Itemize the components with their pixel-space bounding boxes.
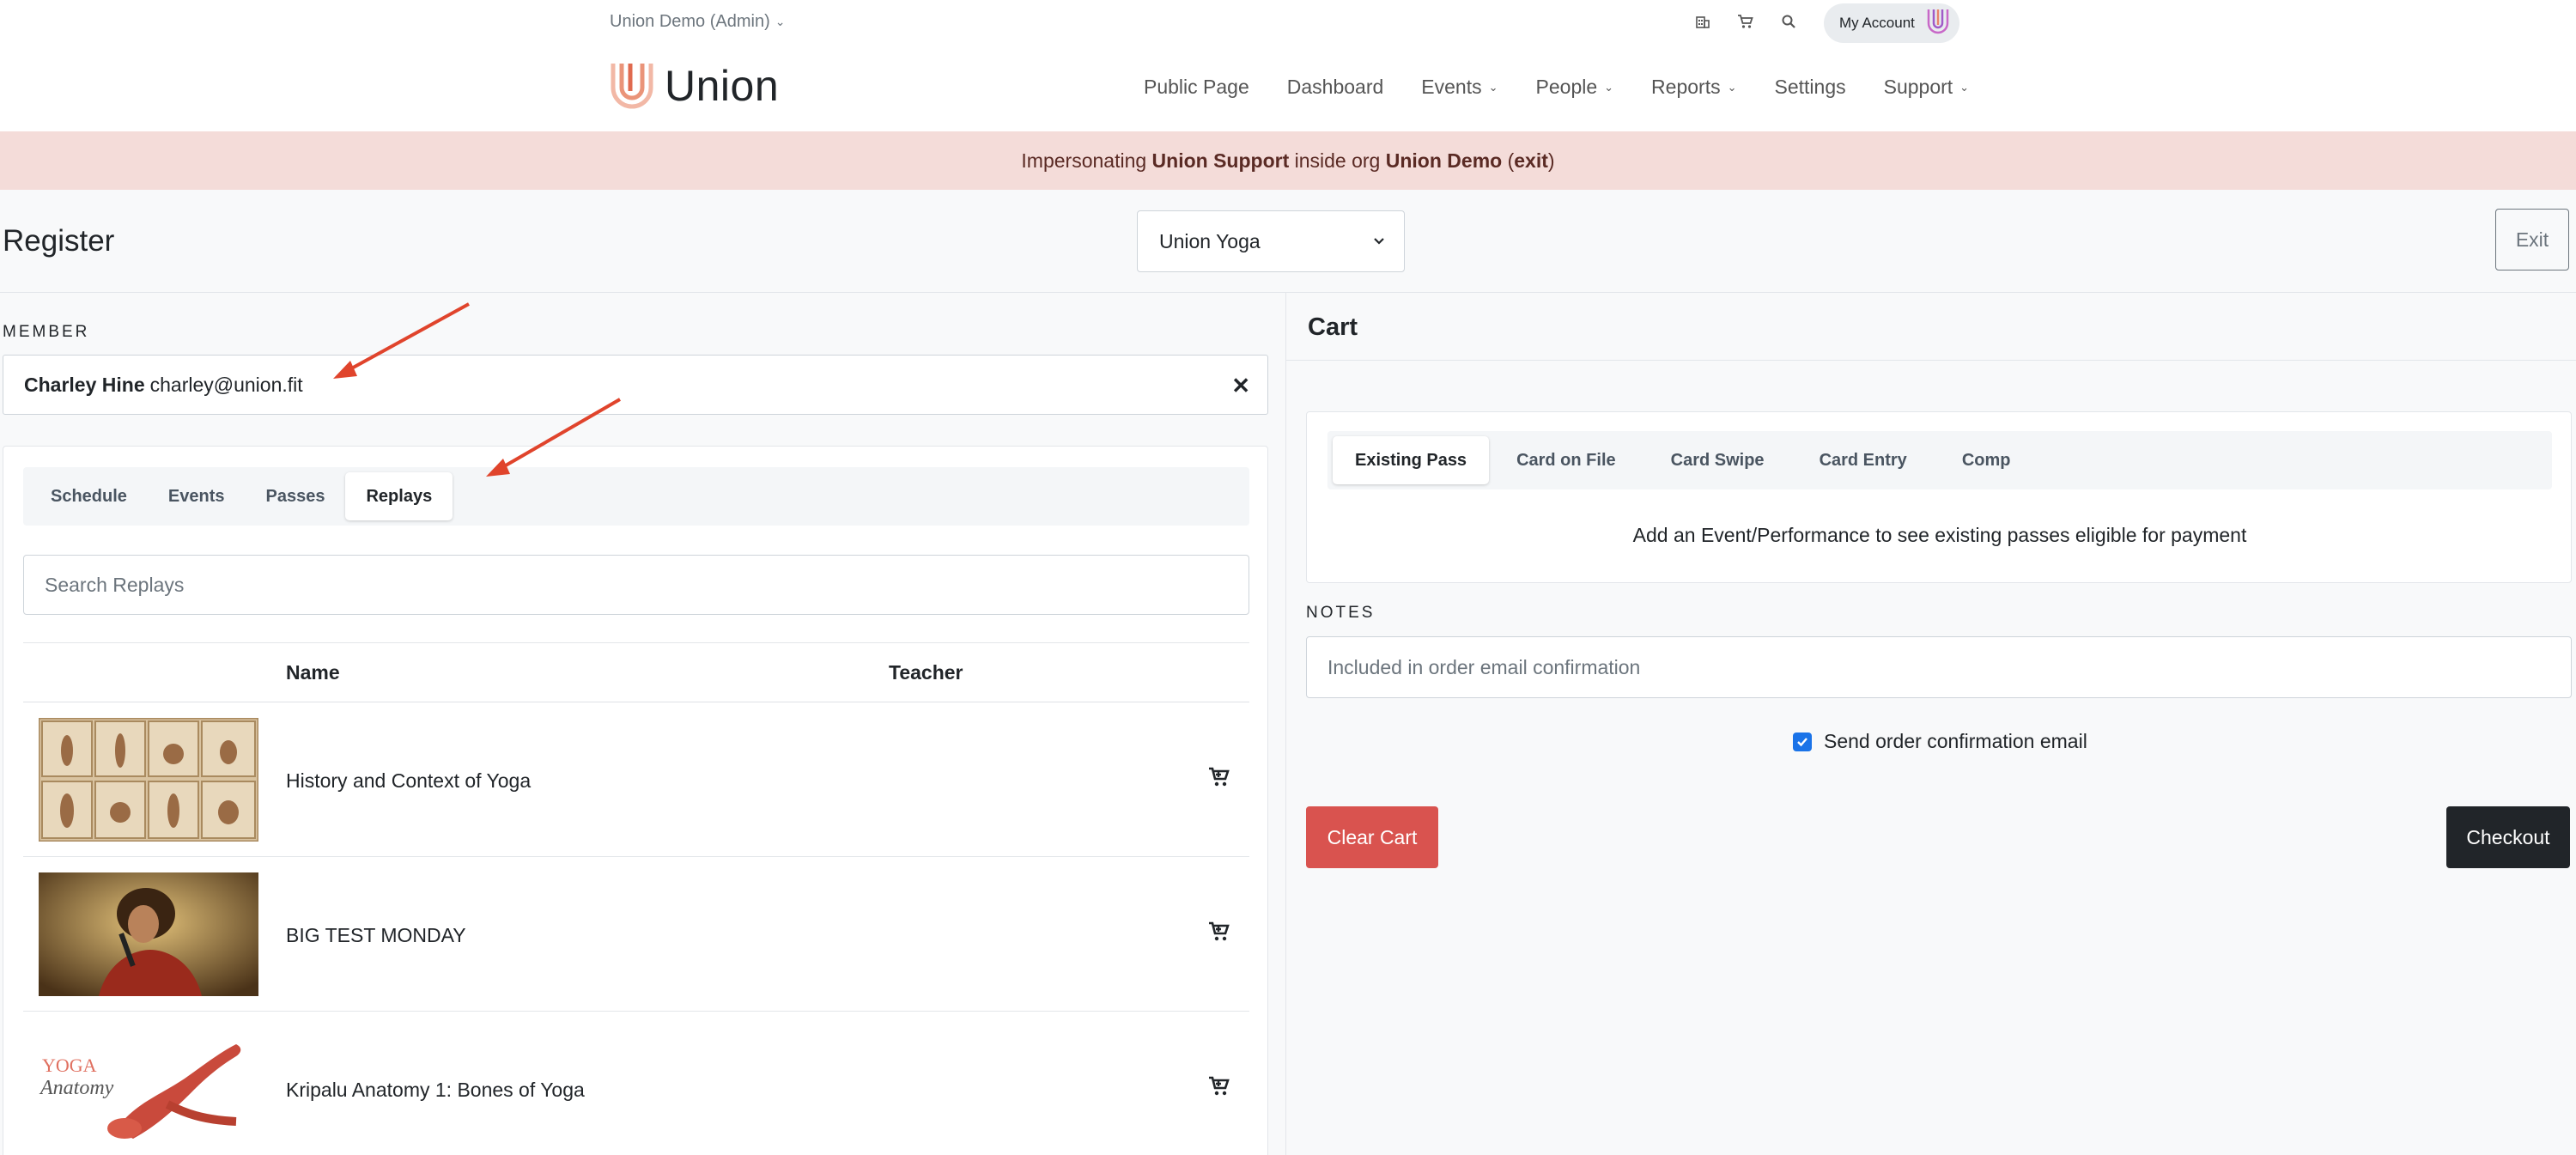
replay-thumbnail bbox=[39, 718, 258, 842]
banner-middle: inside org bbox=[1289, 149, 1386, 172]
nav-label: Settings bbox=[1774, 76, 1846, 98]
left-panel: MEMBER Charley Hine charley@union.fit ✕ … bbox=[0, 293, 1286, 1155]
column-teacher: Teacher bbox=[889, 660, 963, 684]
column-name: Name bbox=[286, 660, 340, 684]
table-row[interactable]: BIG TEST MONDAY bbox=[23, 857, 1249, 1012]
member-name: Charley Hine bbox=[24, 373, 145, 396]
top-icons bbox=[1693, 12, 1798, 31]
nav-label: Support bbox=[1883, 76, 1953, 98]
studio-select[interactable]: Union Yoga bbox=[1137, 210, 1405, 272]
send-confirmation[interactable]: Send order confirmation email bbox=[1793, 730, 2087, 753]
cart-panel: Cart Existing Pass Card on File Card Swi… bbox=[1286, 293, 2576, 1155]
thumb-text-yoga: YOGA bbox=[42, 1055, 97, 1076]
tab-events[interactable]: Events bbox=[148, 472, 246, 520]
tab-comp[interactable]: Comp bbox=[1935, 436, 2038, 484]
replay-thumbnail bbox=[39, 872, 258, 996]
search-icon[interactable] bbox=[1779, 12, 1798, 31]
page-title: Register bbox=[3, 224, 115, 258]
notes-input[interactable] bbox=[1306, 636, 2572, 698]
member-label: MEMBER bbox=[3, 323, 90, 341]
register-header: Register Union Yoga Exit bbox=[0, 190, 2576, 293]
top-header: Union Demo (Admin) ⌄ My Account Union Pu… bbox=[0, 0, 2576, 131]
catalog-tabs: Schedule Events Passes Replays bbox=[23, 467, 1249, 526]
replay-name: BIG TEST MONDAY bbox=[286, 924, 466, 946]
chevron-down-icon bbox=[1374, 238, 1384, 245]
tab-card-entry[interactable]: Card Entry bbox=[1792, 436, 1935, 484]
replay-thumbnail: YOGA Anatomy bbox=[39, 1027, 258, 1151]
replay-name: History and Context of Yoga bbox=[286, 769, 532, 792]
add-to-cart-icon[interactable] bbox=[1208, 767, 1232, 791]
replay-name: Kripalu Anatomy 1: Bones of Yoga bbox=[286, 1079, 585, 1101]
nav-label: Reports bbox=[1651, 76, 1721, 98]
banner-org: Union Demo bbox=[1385, 149, 1503, 172]
main-nav: Public Page Dashboard Events ⌄ People ⌄ Re… bbox=[1144, 76, 1969, 99]
checkout-button[interactable]: Checkout bbox=[2446, 806, 2570, 868]
chevron-down-icon: ⌄ bbox=[1727, 80, 1737, 94]
replays-table: Name Teacher History and Context of Yoga… bbox=[23, 642, 1249, 1155]
notes-label: NOTES bbox=[1306, 604, 1376, 622]
clear-cart-button[interactable]: Clear Cart bbox=[1306, 806, 1438, 868]
nav-dashboard[interactable]: Dashboard bbox=[1287, 76, 1384, 99]
add-to-cart-icon[interactable] bbox=[1208, 921, 1232, 945]
banner-user: Union Support bbox=[1151, 149, 1290, 172]
send-confirmation-label: Send order confirmation email bbox=[1824, 730, 2087, 752]
building-icon[interactable] bbox=[1693, 12, 1712, 31]
chevron-down-icon: ⌄ bbox=[1959, 80, 1970, 94]
org-switcher[interactable]: Union Demo (Admin) ⌄ bbox=[610, 12, 785, 32]
table-row[interactable]: YOGA Anatomy Kripalu Anatomy 1: Bones of… bbox=[23, 1012, 1249, 1155]
banner-prefix: Impersonating bbox=[1021, 149, 1152, 172]
tab-card-on-file[interactable]: Card on File bbox=[1489, 436, 1643, 484]
banner-open-paren: ( bbox=[1502, 149, 1515, 172]
cart-title: Cart bbox=[1308, 313, 1358, 341]
member-field[interactable]: Charley Hine charley@union.fit ✕ bbox=[3, 355, 1268, 415]
cart-icon[interactable] bbox=[1736, 12, 1755, 31]
table-row[interactable]: History and Context of Yoga bbox=[23, 702, 1249, 857]
impersonation-banner: Impersonating Union Support inside org U… bbox=[0, 131, 2576, 190]
send-confirmation-checkbox[interactable] bbox=[1793, 732, 1812, 751]
nav-support[interactable]: Support ⌄ bbox=[1884, 76, 1969, 99]
banner-close-paren: ) bbox=[1547, 149, 1555, 172]
nav-settings[interactable]: Settings bbox=[1775, 76, 1846, 99]
studio-select-value: Union Yoga bbox=[1159, 229, 1261, 252]
chevron-down-icon: ⌄ bbox=[775, 15, 786, 28]
chevron-down-icon: ⌄ bbox=[1604, 80, 1614, 94]
nav-reports[interactable]: Reports ⌄ bbox=[1651, 76, 1736, 99]
banner-exit-link[interactable]: exit bbox=[1514, 149, 1548, 173]
payment-card: Existing Pass Card on File Card Swipe Ca… bbox=[1306, 411, 2572, 583]
tab-replays[interactable]: Replays bbox=[345, 472, 453, 520]
catalog-card: Schedule Events Passes Replays Name Teac… bbox=[3, 446, 1268, 1155]
union-logo-icon bbox=[611, 64, 653, 109]
exit-button[interactable]: Exit bbox=[2495, 209, 2569, 271]
nav-label: Public Page bbox=[1144, 76, 1249, 98]
nav-label: Dashboard bbox=[1286, 76, 1384, 98]
nav-public-page[interactable]: Public Page bbox=[1144, 76, 1249, 99]
my-account-button[interactable]: My Account bbox=[1824, 3, 1959, 43]
payment-message: Add an Event/Performance to see existing… bbox=[1632, 524, 2247, 546]
nav-events[interactable]: Events ⌄ bbox=[1421, 76, 1498, 99]
nav-label: Events bbox=[1421, 76, 1482, 98]
my-account-label: My Account bbox=[1839, 15, 1915, 31]
member-email: charley@union.fit bbox=[149, 373, 303, 396]
cart-header: Cart bbox=[1286, 293, 2576, 361]
tab-passes[interactable]: Passes bbox=[246, 472, 346, 520]
logo-text: Union bbox=[665, 62, 780, 110]
search-input[interactable] bbox=[23, 555, 1249, 615]
add-to-cart-icon[interactable] bbox=[1208, 1076, 1232, 1100]
nav-label: People bbox=[1535, 76, 1598, 98]
thumb-text-anatomy: Anatomy bbox=[39, 1077, 114, 1099]
union-logo[interactable]: Union bbox=[610, 60, 779, 112]
table-header: Name Teacher bbox=[23, 642, 1249, 702]
payment-tabs: Existing Pass Card on File Card Swipe Ca… bbox=[1327, 431, 2552, 489]
org-switcher-label: Union Demo (Admin) bbox=[610, 12, 770, 31]
chevron-down-icon: ⌄ bbox=[1488, 80, 1498, 94]
avatar bbox=[1925, 7, 1951, 40]
close-icon[interactable]: ✕ bbox=[1231, 373, 1250, 399]
tab-schedule[interactable]: Schedule bbox=[30, 472, 148, 520]
nav-people[interactable]: People ⌄ bbox=[1536, 76, 1614, 99]
tab-card-swipe[interactable]: Card Swipe bbox=[1643, 436, 1792, 484]
tab-existing-pass[interactable]: Existing Pass bbox=[1333, 436, 1490, 484]
